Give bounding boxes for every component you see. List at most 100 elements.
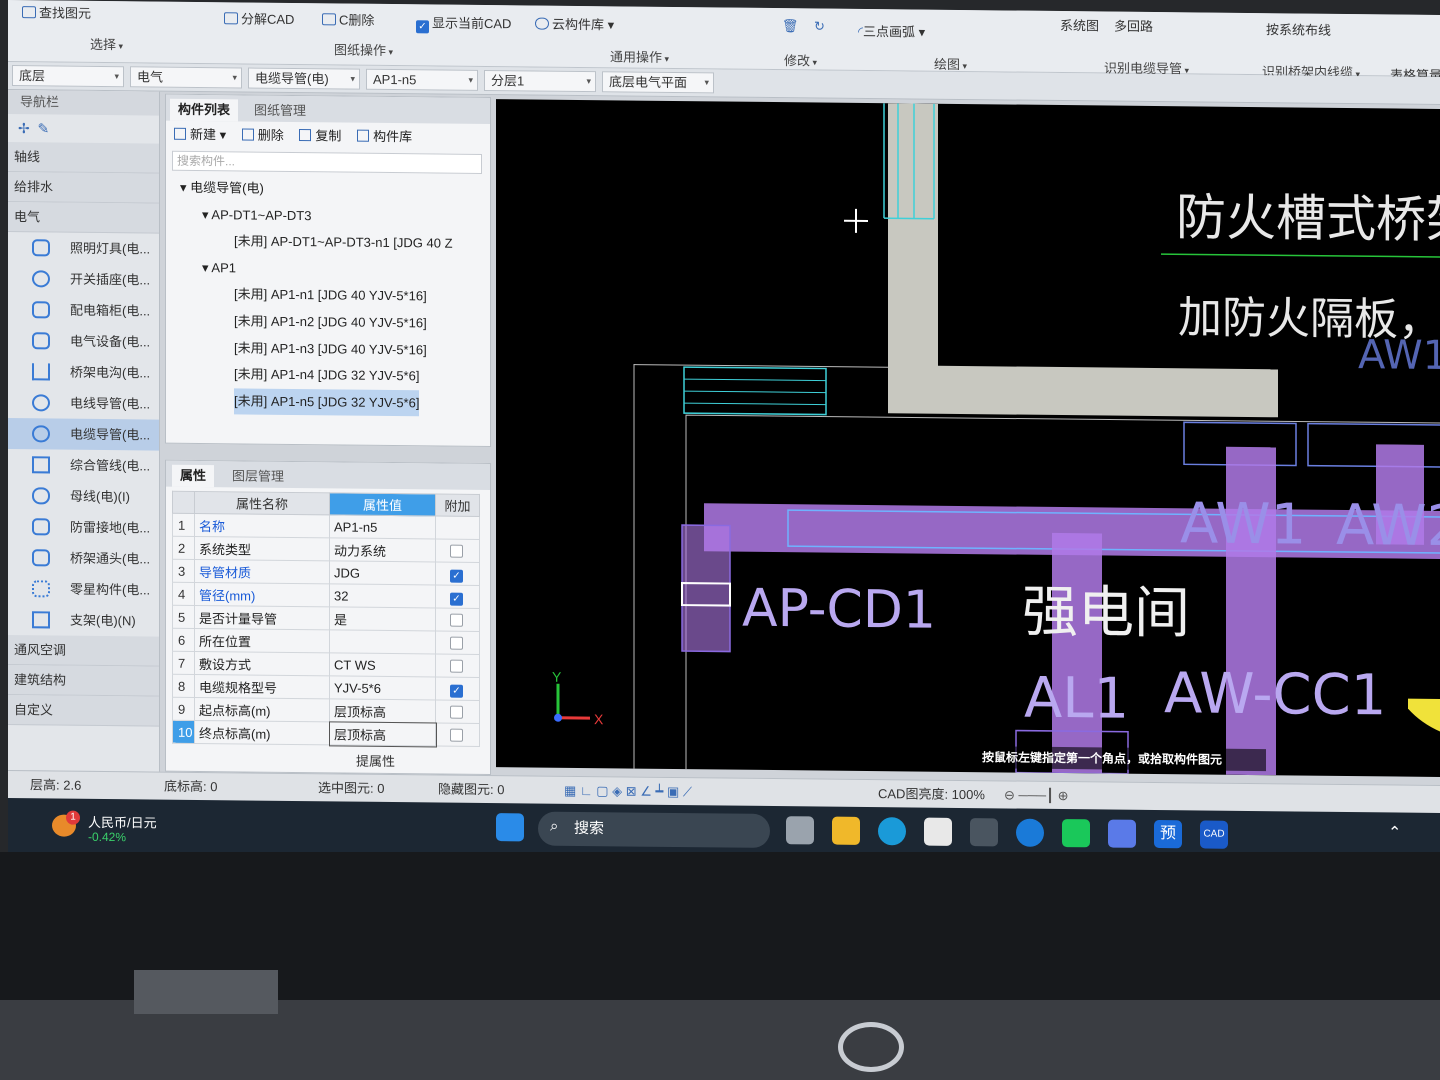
tree-node[interactable]: ▾ 电缆导管(电) <box>180 175 264 202</box>
extra-checkbox[interactable] <box>450 636 463 650</box>
property-extra[interactable] <box>435 630 480 655</box>
floor-select[interactable]: 底层 <box>12 65 124 88</box>
store-icon[interactable] <box>924 817 952 846</box>
extra-checkbox[interactable] <box>450 728 463 742</box>
nav-item-lighting[interactable]: 照明灯具(电... <box>8 232 159 265</box>
property-extra[interactable]: ✓ <box>435 676 480 701</box>
tree-node[interactable]: [未用] AP1-n2 [JDG 40 YJV-5*16] <box>234 308 427 336</box>
copy-button[interactable]: 复制 <box>299 128 341 143</box>
extra-checkbox[interactable] <box>450 659 463 673</box>
nav-category-electric[interactable]: 电气 <box>8 202 159 234</box>
extra-checkbox[interactable]: ✓ <box>450 569 463 583</box>
gtj-app-icon[interactable] <box>1108 819 1136 848</box>
nav-item-combined-pipeline[interactable]: 综合管线(电... <box>8 449 159 482</box>
property-row[interactable]: 10 终点标高(m) 层顶标高 <box>172 720 480 748</box>
rotate-icon[interactable]: ↻ <box>814 18 825 34</box>
property-extra[interactable]: ✓ <box>435 584 480 609</box>
property-value[interactable]: AP1-n5 <box>329 514 436 539</box>
edit-icon[interactable]: ✎ <box>38 120 50 136</box>
tree-node[interactable]: [未用] AP1-n5 [JDG 32 YJV-5*6] <box>234 388 420 417</box>
property-value[interactable]: 是 <box>329 606 436 631</box>
tree-node[interactable]: ▾ AP-DT1~AP-DT3 <box>202 202 311 229</box>
nav-item-lightning-grounding[interactable]: 防雷接地(电... <box>8 511 159 544</box>
windows-start-icon[interactable] <box>496 813 524 842</box>
pin-icon[interactable]: ✢ <box>18 120 30 136</box>
task-view-icon[interactable] <box>786 816 814 845</box>
nav-item-cable-conduit[interactable]: 电缆导管(电... <box>8 418 159 451</box>
vertical-conduit[interactable] <box>1052 532 1102 774</box>
nav-item-distribution-box[interactable]: 配电箱柜(电... <box>8 294 159 327</box>
delete-button[interactable]: 删除 <box>241 127 284 143</box>
property-row[interactable]: 5 是否计量导管是 <box>172 605 480 632</box>
nav-item-cable-tray[interactable]: 桥架电沟(电... <box>8 356 159 389</box>
tree-node[interactable]: [未用] AP-DT1~AP-DT3-n1 [JDG 40 Z <box>234 229 453 257</box>
by-system-routing-button[interactable]: 按系统布线 <box>1266 19 1331 39</box>
nav-item-switch-socket[interactable]: 开关插座(电... <box>8 263 159 296</box>
new-button[interactable]: 新建 ▾ <box>174 127 226 142</box>
property-extra[interactable] <box>435 722 480 747</box>
nav-category-structure[interactable]: 建筑结构 <box>8 665 159 697</box>
brightness-slider[interactable]: ⊖ ───┃ ⊕ <box>1004 781 1068 810</box>
drawing-select[interactable]: 底层电气平面 <box>602 71 714 94</box>
property-extra[interactable] <box>435 699 480 724</box>
property-row[interactable]: 3 导管材质 JDG ✓ <box>172 559 480 586</box>
find-element-button[interactable]: 查找图元 <box>22 2 91 22</box>
tab-component-list[interactable]: 构件列表 <box>170 98 239 122</box>
tree-node[interactable]: [未用] AP1-n4 [JDG 32 YJV-5*6] <box>234 362 419 390</box>
c-delete-button[interactable]: C删除 <box>322 9 374 29</box>
nav-category-water[interactable]: 给排水 <box>8 172 159 204</box>
extra-checkbox[interactable] <box>450 705 463 719</box>
property-row[interactable]: 2 系统类型 动力系统 <box>172 536 480 563</box>
property-extra[interactable] <box>435 607 480 632</box>
property-row[interactable]: 9 起点标高(m) 层顶标高 <box>172 697 480 724</box>
library-button[interactable]: 构件库 <box>357 129 412 144</box>
nav-item-electric-device[interactable]: 电气设备(电... <box>8 325 159 358</box>
property-value[interactable]: 动力系统 <box>329 537 436 562</box>
tree-node[interactable]: [未用] AP1-n1 [JDG 40 YJV-5*16] <box>234 282 427 310</box>
ie-icon[interactable] <box>1016 818 1044 847</box>
search-input[interactable]: 搜索构件... <box>172 150 482 174</box>
delete-icon[interactable]: 🗑 <box>782 18 799 34</box>
property-value[interactable]: JDG <box>329 560 436 585</box>
component-select[interactable]: AP1-n5 <box>366 68 478 91</box>
property-value[interactable] <box>329 629 436 654</box>
property-extra[interactable] <box>435 515 480 540</box>
nav-item-wire-conduit[interactable]: 电线导管(电... <box>8 387 159 420</box>
group-select[interactable]: 选择 <box>90 34 123 53</box>
nav-item-misc-component[interactable]: 零星构件(电... <box>8 573 159 606</box>
property-extra[interactable]: ✓ <box>435 561 480 586</box>
file-explorer-icon[interactable] <box>832 816 860 845</box>
component-type-select[interactable]: 电缆导管(电) <box>248 67 360 90</box>
extract-property-button[interactable]: 提属性 <box>356 751 395 770</box>
show-current-cad-checkbox[interactable]: ✓ 显示当前CAD <box>416 12 511 34</box>
group-common-ops[interactable]: 通用操作 <box>610 46 669 66</box>
property-value[interactable]: 32 <box>329 583 436 608</box>
property-extra[interactable] <box>435 538 480 563</box>
snap-tools[interactable]: ▦ ∟ ▢ ◈ ⊠ ∠ ┷ ▣ ⟋ <box>564 777 692 806</box>
nav-category-hvac[interactable]: 通风空调 <box>8 635 159 667</box>
property-value[interactable]: 层顶标高 <box>329 698 436 723</box>
explode-cad-button[interactable]: 分解CAD <box>224 8 294 28</box>
property-row[interactable]: 8 电缆规格型号 YJV-5*6 ✓ <box>172 674 480 701</box>
system-diagram-button[interactable]: 系统图 <box>1060 15 1099 34</box>
nav-category-axis[interactable]: 轴线 <box>8 142 159 174</box>
property-row[interactable]: 6 所在位置 <box>172 628 480 655</box>
property-value[interactable]: 层顶标高 <box>328 720 437 748</box>
tray-chevron-icon[interactable]: ⌃ <box>1388 822 1401 842</box>
nav-item-busbar[interactable]: 母线(电)(I) <box>8 480 159 513</box>
extra-checkbox[interactable]: ✓ <box>450 684 463 698</box>
tab-layer-management[interactable]: 图层管理 <box>224 465 292 488</box>
property-row[interactable]: 1 名称 AP1-n5 <box>172 513 480 540</box>
nav-item-tray-fitting[interactable]: 桥架通头(电... <box>8 542 159 575</box>
layer-split-select[interactable]: 分层1 <box>484 69 596 93</box>
cad-app-icon[interactable]: CAD <box>1200 820 1228 849</box>
property-row[interactable]: 7 敷设方式 CT WS <box>172 651 480 678</box>
extra-checkbox[interactable] <box>450 544 463 558</box>
extra-checkbox[interactable]: ✓ <box>450 592 463 606</box>
nav-category-custom[interactable]: 自定义 <box>8 695 159 727</box>
multi-loop-button[interactable]: 多回路 <box>1114 16 1153 35</box>
tab-properties[interactable]: 属性 <box>172 464 215 488</box>
taskbar-search[interactable]: 搜索 <box>538 811 770 848</box>
discipline-select[interactable]: 电气 <box>130 66 242 89</box>
tree-node[interactable]: ▾ AP1 <box>202 255 236 281</box>
